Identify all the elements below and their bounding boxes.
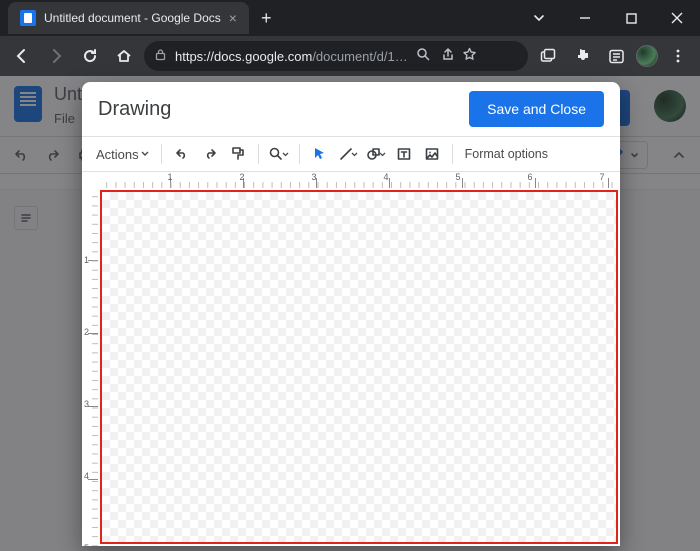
forward-button[interactable]	[42, 42, 70, 70]
ruler-tick: 1	[167, 172, 172, 182]
window-maximize-button[interactable]	[608, 0, 654, 36]
zoom-icon[interactable]	[416, 47, 431, 65]
bookmark-icon[interactable]	[462, 47, 477, 65]
paint-format-button[interactable]	[226, 142, 250, 166]
toolbar-separator	[258, 144, 259, 164]
shape-tool[interactable]	[364, 142, 388, 166]
tabs-dropdown-icon[interactable]	[516, 0, 562, 36]
drawing-horizontal-ruler: 1 2 3 4 5 6 7	[98, 172, 620, 188]
back-button[interactable]	[8, 42, 36, 70]
share-url-icon[interactable]	[439, 47, 454, 65]
ruler-tick: 2	[239, 172, 244, 182]
lock-icon	[154, 48, 167, 64]
docs-favicon-icon	[20, 10, 36, 26]
ruler-tick: 3	[311, 172, 316, 182]
toolbar-separator	[452, 144, 453, 164]
ruler-tick: 4	[383, 172, 388, 182]
window-close-button[interactable]	[654, 0, 700, 36]
drawing-toolbar: Actions Format options	[82, 136, 620, 172]
textbox-tool[interactable]	[392, 142, 416, 166]
new-tab-button[interactable]: +	[261, 8, 272, 29]
drawing-vertical-ruler: 1 2 3 4 5	[82, 188, 98, 546]
reload-button[interactable]	[76, 42, 104, 70]
image-tool[interactable]	[420, 142, 444, 166]
format-options-button[interactable]: Format options	[461, 147, 552, 161]
drawing-title: Drawing	[98, 98, 171, 121]
ruler-tick: 1	[84, 255, 89, 265]
ruler-tick: 5	[84, 543, 89, 546]
ruler-tick: 3	[84, 399, 89, 409]
browser-toolbar: https://docs.google.com/document/d/1…	[0, 36, 700, 76]
window-minimize-button[interactable]	[562, 0, 608, 36]
url-host: https://docs.google.com	[175, 49, 312, 64]
toolbar-separator	[299, 144, 300, 164]
profile-avatar[interactable]	[636, 45, 658, 67]
drawing-workspace: 1 2 3 4 5 6 7 1 2 3 4 5	[82, 172, 620, 546]
tab-manager-icon[interactable]	[534, 42, 562, 70]
ruler-tick: 6	[527, 172, 532, 182]
close-tab-icon[interactable]: ×	[229, 11, 237, 25]
address-bar[interactable]: https://docs.google.com/document/d/1…	[144, 41, 528, 71]
zoom-tool[interactable]	[267, 142, 291, 166]
toolbar-separator	[161, 144, 162, 164]
redo-button[interactable]	[198, 142, 222, 166]
undo-button[interactable]	[170, 142, 194, 166]
ruler-tick: 2	[84, 327, 89, 337]
url-path: /document/d/1…	[312, 49, 407, 64]
tab-title: Untitled document - Google Docs	[44, 11, 221, 25]
extensions-icon[interactable]	[568, 42, 596, 70]
select-tool[interactable]	[308, 142, 332, 166]
ruler-tick: 4	[84, 471, 89, 481]
actions-menu[interactable]: Actions	[92, 144, 153, 165]
drawing-canvas[interactable]	[100, 190, 618, 544]
browser-tab[interactable]: Untitled document - Google Docs ×	[8, 2, 249, 34]
ruler-tick: 7	[599, 172, 604, 182]
url-text: https://docs.google.com/document/d/1…	[175, 49, 408, 64]
drawing-dialog: Drawing Save and Close Actions Format op…	[82, 82, 620, 546]
save-and-close-button[interactable]: Save and Close	[469, 91, 604, 127]
ruler-tick: 5	[455, 172, 460, 182]
browser-menu-icon[interactable]	[664, 42, 692, 70]
reading-list-icon[interactable]	[602, 42, 630, 70]
window-titlebar: Untitled document - Google Docs × +	[0, 0, 700, 36]
line-tool[interactable]	[336, 142, 360, 166]
home-button[interactable]	[110, 42, 138, 70]
